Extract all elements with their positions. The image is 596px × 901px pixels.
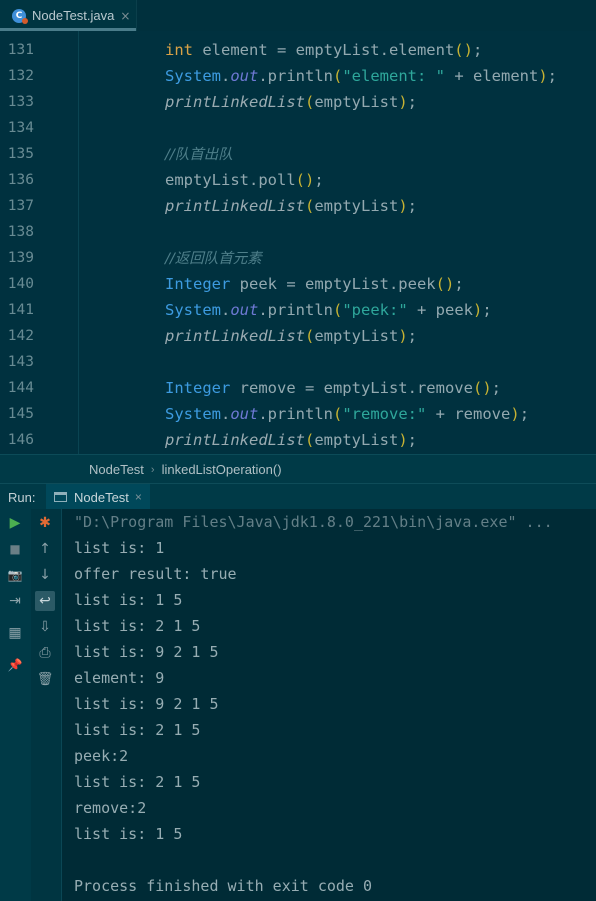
code-line[interactable]: Integer remove = emptyList.remove();: [165, 375, 501, 401]
run-tab-label: NodeTest: [74, 489, 129, 505]
code-editor[interactable]: int element = emptyList.element(); Syste…: [79, 31, 596, 454]
console-line: list is: 1 5: [74, 591, 183, 609]
line-number: 144: [7, 380, 34, 396]
line-number: 141: [7, 302, 34, 318]
line-number: 139: [7, 250, 34, 266]
line-number: 137: [7, 198, 34, 214]
exit-icon[interactable]: ⇥: [5, 591, 25, 611]
code-line[interactable]: //返回队首元素: [165, 245, 262, 272]
line-number: 143: [7, 354, 34, 370]
line-number: 131: [7, 42, 34, 58]
console-icon: [54, 492, 67, 502]
line-number: 133: [7, 94, 34, 110]
console-line: list is: 2 1 5: [74, 617, 201, 635]
code-line[interactable]: int element = emptyList.element();: [165, 37, 482, 63]
console-line: element: 9: [74, 669, 165, 687]
console-line-exit: Process finished with exit code 0: [74, 877, 373, 895]
debug-icon[interactable]: ✱: [35, 513, 55, 533]
console-output[interactable]: "D:\Program Files\Java\jdk1.8.0_221\bin\…: [62, 509, 596, 901]
code-line[interactable]: System.out.println("element: " + element…: [165, 63, 557, 89]
run-tool-header: Run: NodeTest ×: [0, 483, 596, 510]
breadcrumb-separator: ›: [150, 463, 155, 476]
breadcrumb-class[interactable]: NodeTest: [89, 462, 144, 477]
line-number: 140: [7, 276, 34, 292]
code-line[interactable]: Integer peek = emptyList.peek();: [165, 271, 464, 297]
editor-tab-label: NodeTest.java: [32, 8, 115, 23]
trash-icon[interactable]: 🗑: [35, 669, 55, 689]
breadcrumb-method[interactable]: linkedListOperation(): [162, 462, 282, 477]
line-number: 132: [7, 68, 34, 84]
close-icon[interactable]: ×: [120, 9, 130, 23]
breadcrumb: NodeTest › linkedListOperation(): [0, 454, 596, 484]
code-line[interactable]: printLinkedList(emptyList);: [165, 89, 417, 115]
code-line[interactable]: //队首出队: [165, 141, 233, 168]
code-line[interactable]: System.out.println("peek:" + peek);: [165, 297, 492, 323]
rerun-icon[interactable]: ▶: [5, 513, 25, 533]
console-line: list is: 9 2 1 5: [74, 695, 219, 713]
line-number: 146: [7, 432, 34, 448]
line-number: 134: [7, 120, 34, 136]
run-toolbar-secondary: ✱ ↑ ↓ ↩ ⇩ ⎙ 🗑: [31, 509, 62, 901]
close-icon[interactable]: ×: [135, 490, 142, 504]
pin-icon[interactable]: 📌: [5, 655, 25, 675]
camera-icon[interactable]: 📷: [5, 565, 25, 585]
line-number: 135: [7, 146, 34, 162]
run-toolbar-primary: ▶ ■ 📷 ⇥ ▦ 📌: [0, 509, 32, 901]
line-number: 142: [7, 328, 34, 344]
java-class-icon: C: [12, 8, 28, 24]
up-arrow-icon[interactable]: ↑: [35, 539, 55, 559]
editor-tab-bar: C NodeTest.java ×: [0, 0, 596, 32]
line-number: 145: [7, 406, 34, 422]
line-number: 138: [7, 224, 34, 240]
ide-window: C NodeTest.java × 131 132 133 134 135 13…: [0, 0, 596, 901]
run-label: Run:: [8, 489, 36, 505]
console-line-command: "D:\Program Files\Java\jdk1.8.0_221\bin\…: [74, 513, 553, 531]
line-number: 136: [7, 172, 34, 188]
code-line[interactable]: printLinkedList(emptyList);: [165, 323, 417, 349]
editor-tab-nodetest[interactable]: C NodeTest.java ×: [0, 0, 137, 31]
code-line[interactable]: printLinkedList(emptyList);: [165, 427, 417, 453]
line-number-gutter: 131 132 133 134 135 136 137 138 139 140 …: [0, 31, 79, 454]
console-line: peek:2: [74, 747, 129, 765]
run-tab-nodetest[interactable]: NodeTest ×: [46, 484, 150, 510]
code-line[interactable]: emptyList.poll();: [165, 167, 324, 193]
console-line: offer result: true: [74, 565, 237, 583]
scroll-to-end-icon[interactable]: ⇩: [35, 617, 55, 637]
console-line: list is: 1 5: [74, 825, 183, 843]
layout-icon[interactable]: ▦: [5, 623, 25, 643]
down-arrow-icon[interactable]: ↓: [35, 565, 55, 585]
print-icon[interactable]: ⎙: [35, 643, 55, 663]
console-line: list is: 1: [74, 539, 165, 557]
soft-wrap-icon[interactable]: ↩: [35, 591, 55, 611]
console-line: list is: 9 2 1 5: [74, 643, 219, 661]
code-line[interactable]: printLinkedList(emptyList);: [165, 193, 417, 219]
console-line: list is: 2 1 5: [74, 773, 201, 791]
console-line: list is: 2 1 5: [74, 721, 201, 739]
code-line[interactable]: System.out.println("remove:" + remove);: [165, 401, 529, 427]
console-line: remove:2: [74, 799, 147, 817]
stop-icon[interactable]: ■: [5, 539, 25, 559]
